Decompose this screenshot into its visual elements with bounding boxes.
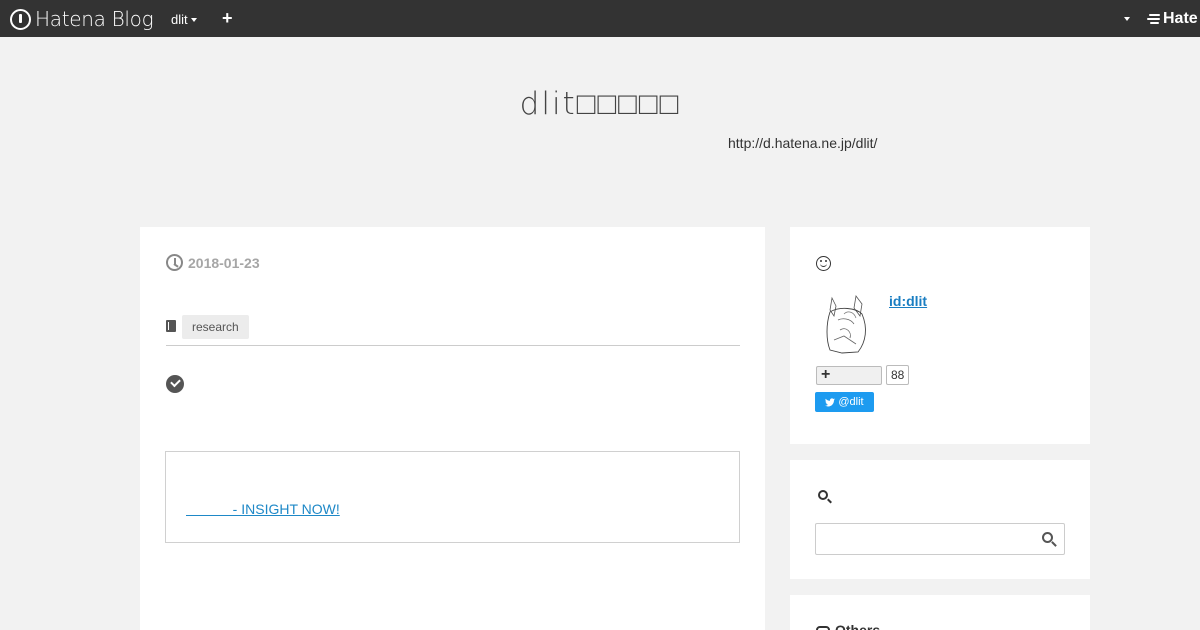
blog-title[interactable]: dlit□□□□□ bbox=[0, 86, 1200, 122]
caret-down-icon[interactable] bbox=[1124, 17, 1130, 21]
embed-card: - INSIGHT NOW! bbox=[165, 451, 740, 543]
entry-card: 2018-01-23 research - INSIGHT NOW! bbox=[140, 227, 765, 630]
entry-date-text: 2018-01-23 bbox=[188, 254, 260, 271]
entry-categories: research bbox=[166, 315, 740, 346]
search-module bbox=[790, 460, 1090, 579]
global-header: Hatena Blog dlit + Hate bbox=[0, 0, 1200, 37]
hatena-brand-text: Hate bbox=[1163, 10, 1198, 27]
subscriber-count[interactable]: 88 bbox=[886, 365, 910, 385]
category-tag[interactable]: research bbox=[182, 315, 249, 339]
caret-down-icon bbox=[190, 17, 197, 22]
category-icon bbox=[166, 320, 176, 332]
twitter-icon bbox=[825, 397, 836, 406]
embed-link[interactable]: - INSIGHT NOW! bbox=[186, 501, 340, 517]
user-name: dlit bbox=[171, 12, 188, 27]
blog-description: http://d.hatena.ne.jp/dlit/ bbox=[728, 135, 878, 151]
profile-module: id:dlit + 88 @dlit bbox=[790, 227, 1090, 444]
check-circle-icon bbox=[166, 375, 184, 393]
search-icon bbox=[818, 490, 828, 500]
twitter-follow-button[interactable]: @dlit bbox=[815, 392, 874, 412]
new-post-button[interactable]: + bbox=[222, 8, 233, 28]
clock-icon bbox=[166, 254, 183, 271]
profile-user-id[interactable]: id:dlit bbox=[889, 293, 927, 309]
brand-text: Hatena Blog bbox=[35, 7, 154, 31]
link-icon bbox=[816, 626, 830, 630]
search-input[interactable] bbox=[815, 523, 1065, 555]
twitter-handle: @dlit bbox=[838, 396, 864, 408]
search-submit-icon[interactable] bbox=[1042, 532, 1053, 543]
hatena-blog-logo[interactable]: Hatena Blog bbox=[10, 7, 154, 31]
others-module: Others bbox=[790, 595, 1090, 630]
others-title: Others bbox=[816, 622, 880, 630]
hatena-logo-icon bbox=[10, 8, 31, 30]
hatena-mark-icon bbox=[1147, 13, 1160, 25]
others-title-text: Others bbox=[835, 622, 881, 630]
entry-date[interactable]: 2018-01-23 bbox=[166, 254, 260, 271]
user-menu-dropdown[interactable]: dlit bbox=[171, 12, 197, 27]
avatar[interactable] bbox=[820, 290, 872, 356]
smile-icon bbox=[816, 256, 831, 271]
hatena-menu[interactable]: Hate bbox=[1147, 10, 1198, 28]
plus-icon: + bbox=[821, 366, 831, 383]
subscribe-button[interactable]: + bbox=[816, 366, 882, 385]
